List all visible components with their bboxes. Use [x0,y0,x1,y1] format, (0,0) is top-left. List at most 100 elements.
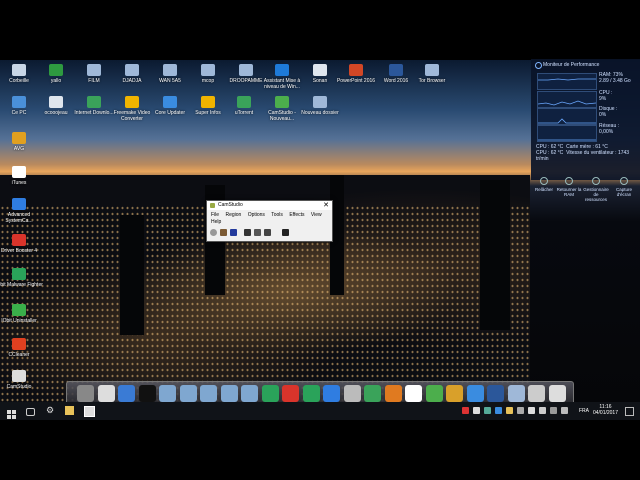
stop-button[interactable] [230,229,237,236]
desktop-shortcut[interactable]: CCleaner [0,338,43,358]
folder-icon[interactable] [200,385,217,402]
desktop-shortcut[interactable]: Tor Browser [408,64,456,84]
screen-icon[interactable] [343,385,361,402]
performance-monitor-widget[interactable]: Moniteur de Performance RAM: 73% 2.89 / … [531,59,640,180]
cloud-icon[interactable] [364,385,381,402]
notification-icon[interactable] [625,407,634,416]
driver-booster-icon[interactable] [282,385,299,402]
itunes-icon[interactable] [405,385,422,402]
task-view-icon[interactable] [26,408,35,416]
tray-icon[interactable] [462,407,469,414]
computer-icon [12,96,26,108]
tray-icon[interactable] [484,407,491,414]
globe-icon[interactable] [425,385,443,402]
desktop-shortcut[interactable]: Advanced SystemCa... [0,198,43,224]
tray-icon[interactable] [550,407,557,414]
media-icon[interactable] [466,385,484,402]
tray-icon[interactable] [539,407,546,414]
perf-action-button[interactable]: Relâcher [531,177,557,192]
menu-region[interactable]: Region [225,212,241,218]
annotation-icon[interactable] [254,229,261,236]
folder-icon [313,96,327,108]
menu-help[interactable]: Help [211,219,221,225]
folder-icon[interactable] [159,385,176,402]
perf-title: Moniteur de Performance [543,62,600,68]
finder-icon[interactable] [77,385,94,402]
uninstaller-icon [12,304,26,316]
terminal-icon[interactable] [138,385,156,402]
tray-icon[interactable] [495,407,502,414]
folder-icon[interactable] [220,385,238,402]
settings-icon[interactable] [244,229,251,236]
file-explorer-icon[interactable] [65,406,74,415]
finder-face-icon[interactable] [118,385,135,402]
updater-icon[interactable] [323,385,340,402]
word-icon[interactable] [487,385,504,402]
camstudio-window[interactable]: CamStudio ✕ File Region Options Tools Ef… [206,200,333,242]
vlc-icon[interactable] [384,385,402,402]
pause-button[interactable] [220,229,227,236]
desktop-shortcut[interactable]: Nouveau dossier [296,96,344,116]
uninstaller-icon[interactable] [261,385,279,402]
network-icon[interactable] [282,229,289,236]
windows-start-icon[interactable] [7,406,16,419]
perf-action-button[interactable]: Capture d'écran [611,177,637,197]
music-icon [12,166,26,178]
menu-tools[interactable]: Tools [271,212,283,218]
clock-date: 04/01/2017 [592,410,618,416]
shortcut-label: Advanced SystemCa... [5,212,33,224]
clock[interactable]: 11:16 04/01/2017 [593,404,618,416]
globe-icon [275,96,289,108]
tray-icon[interactable] [528,407,535,414]
recycle-bin-icon [12,64,26,76]
shortcut-label: Nouveau dossier [301,110,339,116]
settings-icon[interactable] [528,385,545,402]
desktop-shortcut[interactable]: AVG [0,132,43,152]
files-icon[interactable] [507,385,525,402]
record-button[interactable] [210,229,217,236]
folder-icon[interactable] [241,385,258,402]
desktop-shortcut[interactable]: Driver Booster 4 [0,234,43,254]
disk-value: 0% [599,112,607,118]
gear-icon[interactable]: ⚙ [46,406,55,415]
close-icon[interactable]: ✕ [323,201,329,210]
action-icon [565,177,573,185]
camstudio-taskbar-icon[interactable] [84,406,95,417]
tray-icon[interactable] [473,407,480,414]
shield-icon[interactable] [302,385,320,402]
apps-icon[interactable] [446,385,463,402]
folder-icon [163,64,177,76]
tray-icon[interactable] [561,407,568,414]
folder-icon[interactable] [179,385,197,402]
screen-icon[interactable] [264,229,271,236]
perf-action-button[interactable]: Gestionnaire de ressources [583,177,609,202]
perf-action-button[interactable]: Retourner la RAM [556,177,582,197]
menu-effects[interactable]: Effects [289,212,304,218]
building [480,180,510,330]
desktop-shortcut[interactable]: CamStudio [0,370,43,390]
camstudio-menubar: File Region Options Tools Effects View [211,212,327,218]
disk-stat: Disque : 0% [599,106,637,118]
monitor-icon[interactable] [97,385,115,402]
camstudio-titlebar[interactable]: CamStudio ✕ [207,201,332,210]
utorrent-icon [237,96,251,108]
temperature-readout: CPU : 62 °C Carte mère : 61 °C CPU : 62 … [536,144,636,162]
desktop-shortcut[interactable]: IObit Malware Fighter [0,268,43,288]
barcode-icon [201,96,215,108]
camstudio-icon [12,370,26,382]
menu-file[interactable]: File [211,212,219,218]
shortcut-label: Driver Booster 4 [0,248,38,254]
screen-icon[interactable] [548,385,566,402]
desktop-shortcut[interactable]: iTunes [0,166,43,186]
shortcut-label: CamStudio [6,384,32,390]
desktop-shortcut[interactable]: IObit Uninstaller [0,304,43,324]
shortcut-label: IObit Uninstaller [1,318,37,324]
perf-action-label: Relâcher [534,187,553,192]
menu-options[interactable]: Options [248,212,265,218]
cpu-value: 9% [599,96,607,102]
language-indicator[interactable]: FRA [579,408,589,414]
tray-icon[interactable] [506,407,513,414]
menu-view[interactable]: View [311,212,322,218]
converter-icon [125,96,139,108]
tray-icon[interactable] [517,407,524,414]
